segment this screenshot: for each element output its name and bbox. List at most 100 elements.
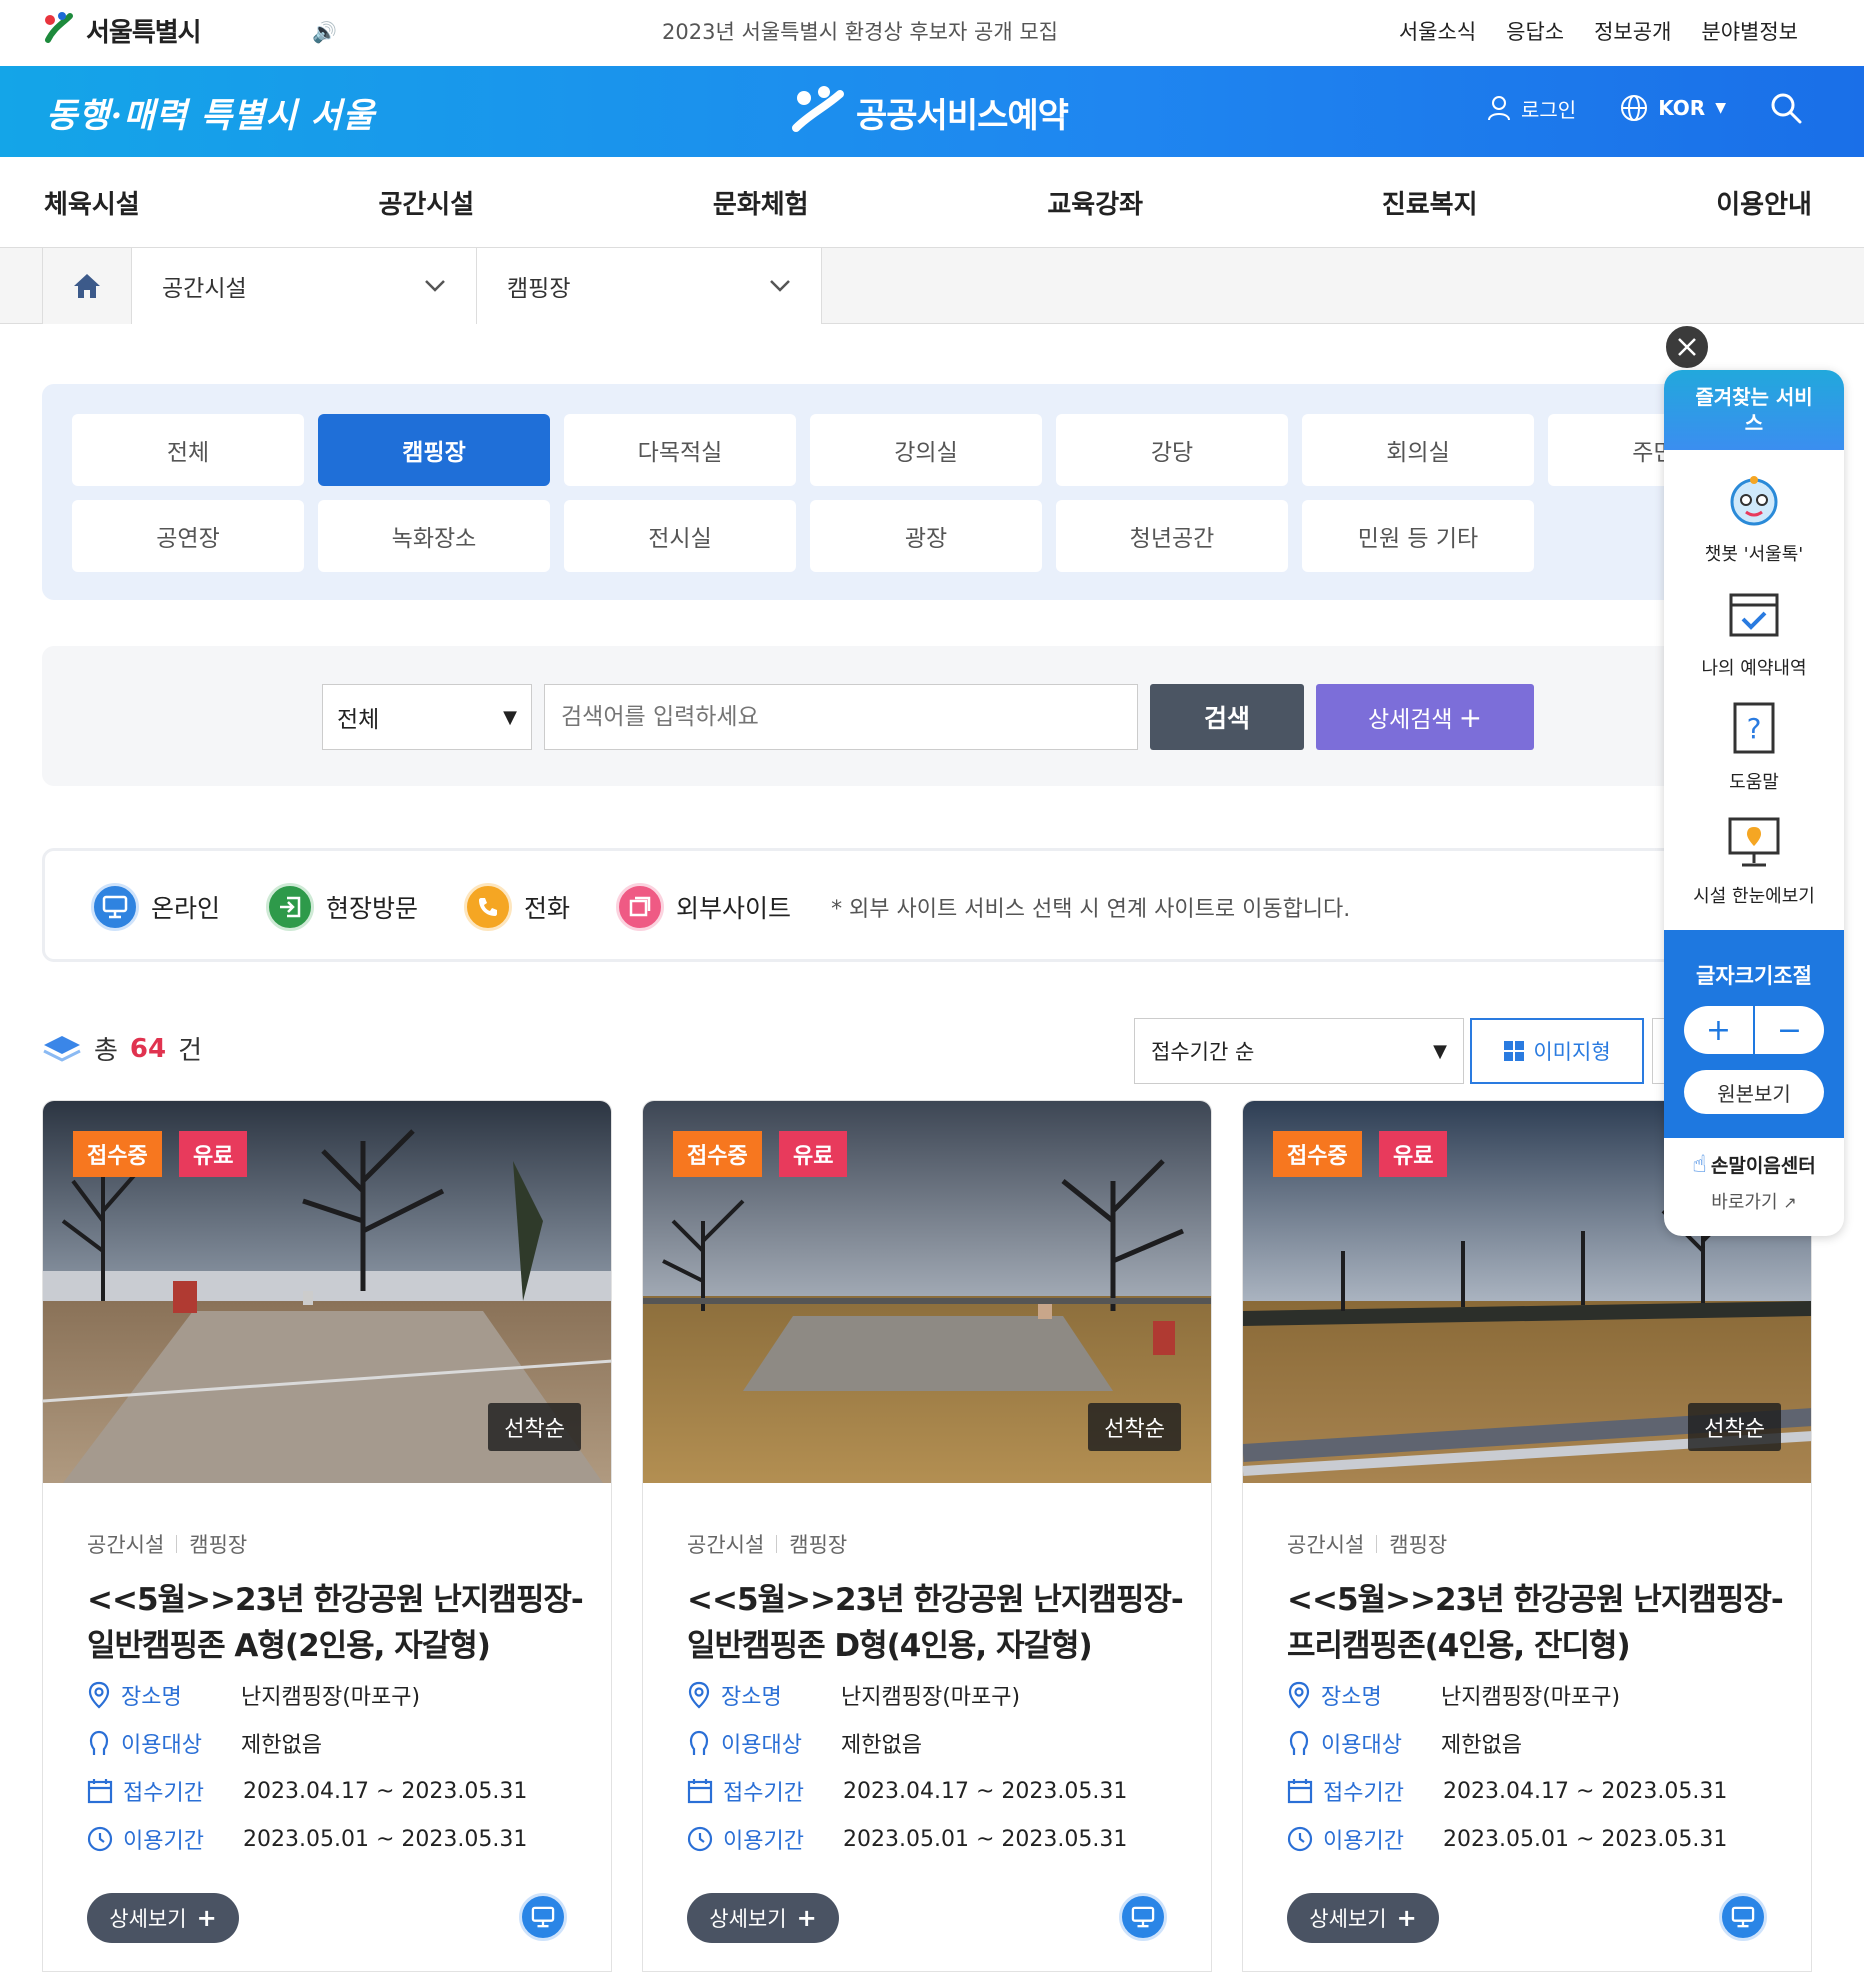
close-icon [1678, 338, 1696, 356]
legend-note: * 외부 사이트 서비스 선택 시 연계 사이트로 이동합니다. [831, 897, 1351, 922]
login-button[interactable]: 로그인 [1487, 94, 1576, 123]
use-value: 2023.05.01 ~ 2023.05.31 [243, 1826, 528, 1852]
facility-card[interactable]: 접수중 유료 선착순 공간시설 캠핑장 <<5월>>23년 한강공원 난지캠핑장… [42, 1100, 612, 1972]
category-etc[interactable]: 민원 등 기타 [1302, 500, 1534, 572]
card-title[interactable]: <<5월>>23년 한강공원 난지캠핑장-프리캠핑존(4인용, 잔디형) [1287, 1577, 1787, 1669]
search-scope-select[interactable]: 전체 ▼ [322, 684, 532, 750]
breadcrumb-level2: 캠핑장 [507, 276, 571, 302]
target-value: 제한없음 [1441, 1733, 1522, 1758]
font-size-control: 글자크기조절 + − 원본보기 [1664, 930, 1844, 1138]
quick-facility-overview[interactable]: 시설 한눈에보기 [1664, 812, 1844, 908]
facility-card[interactable]: 접수중 유료 선착순 공간시설 캠핑장 <<5월>>23년 한강공원 난지캠핑장… [642, 1100, 1212, 1972]
breadcrumb-dropdown-category[interactable]: 공간시설 [132, 248, 477, 324]
font-increase-button[interactable]: + [1684, 1006, 1753, 1054]
chevron-down-icon [770, 280, 790, 292]
divider [176, 1535, 178, 1553]
card-apply-period: 접수기간 2023.04.17 ~ 2023.05.31 [1287, 1775, 1727, 1807]
quick-facility-overview-label: 시설 한눈에보기 [1693, 886, 1815, 907]
breadcrumb-level1: 공간시설 [162, 276, 247, 302]
legend-visit-label: 현장방문 [326, 894, 419, 923]
quick-help[interactable]: ? 도움말 [1664, 698, 1844, 794]
category-meeting-room[interactable]: 회의실 [1302, 414, 1534, 486]
top-link-info-disclosure[interactable]: 정보공개 [1594, 16, 1671, 46]
nav-sports[interactable]: 체육시설 [44, 184, 140, 221]
home-icon [74, 274, 100, 298]
use-label: 이용기간 [123, 1829, 204, 1854]
quick-chatbot[interactable]: 챗봇 '서울톡' [1664, 470, 1844, 566]
top-link-seoul-news[interactable]: 서울소식 [1399, 16, 1476, 46]
nav-guide[interactable]: 이용안내 [1716, 184, 1812, 221]
sign-language-center-link[interactable]: ☝ 손말이음센터 바로가기 ↗ [1664, 1150, 1844, 1214]
detail-button[interactable]: 상세보기 + [687, 1893, 839, 1943]
language-selector[interactable]: KOR ▼ [1620, 94, 1726, 122]
top-link-field-info[interactable]: 분야별정보 [1701, 16, 1798, 46]
view-image-label: 이미지형 [1533, 1040, 1611, 1064]
seoul-city-logo[interactable]: 서울특별시 [40, 10, 202, 50]
category-multipurpose[interactable]: 다목적실 [564, 414, 796, 486]
caret-down-icon: ▼ [503, 706, 517, 728]
category-camping[interactable]: 캠핑장 [318, 414, 550, 486]
category-filming-location[interactable]: 녹화장소 [318, 500, 550, 572]
nav-space[interactable]: 공간시설 [378, 184, 474, 221]
status-badge: 접수중 [1273, 1131, 1362, 1177]
detail-label: 상세보기 [709, 1907, 787, 1931]
language-label: KOR [1658, 96, 1706, 120]
sort-value: 접수기간 순 [1151, 1040, 1255, 1064]
slogan-logo[interactable]: 동행·매력 특별시 서울 [46, 88, 375, 137]
nav-medical[interactable]: 진료복지 [1382, 184, 1478, 221]
method-badge: 선착순 [1088, 1403, 1181, 1451]
location-pin-icon [88, 1681, 110, 1709]
fee-badge: 유료 [779, 1131, 848, 1177]
card-apply-period: 접수기간 2023.04.17 ~ 2023.05.31 [687, 1775, 1127, 1807]
search-scope-value: 전체 [337, 707, 380, 733]
breadcrumb-dropdown-subcategory[interactable]: 캠핑장 [477, 248, 822, 324]
card-target: 이용대상 제한없음 [1287, 1727, 1522, 1759]
card-use-period: 이용기간 2023.05.01 ~ 2023.05.31 [687, 1823, 1127, 1855]
view-image-button[interactable]: 이미지형 [1470, 1018, 1644, 1084]
card-title[interactable]: <<5월>>23년 한강공원 난지캠핑장-일반캠핑존 A형(2인용, 자갈형) [87, 1577, 587, 1669]
card-title[interactable]: <<5월>>23년 한강공원 난지캠핑장-일반캠핑존 D형(4인용, 자갈형) [687, 1577, 1187, 1669]
sort-select[interactable]: 접수기간 순 ▼ [1134, 1018, 1464, 1084]
plus-icon: + [796, 1904, 817, 1932]
search-input[interactable] [544, 684, 1138, 750]
quick-my-reservations[interactable]: 나의 예약내역 [1664, 584, 1844, 680]
category-plaza[interactable]: 광장 [810, 500, 1042, 572]
category-filter-panel: 전체 캠핑장 다목적실 강의실 강당 회의실 주민공 공연장 녹화장소 전시실 … [42, 384, 1832, 600]
apply-label: 접수기간 [123, 1781, 204, 1806]
place-value: 난지캠핑장(마포구) [241, 1685, 421, 1710]
category-all[interactable]: 전체 [72, 414, 304, 486]
category-auditorium[interactable]: 강당 [1056, 414, 1288, 486]
place-label: 장소명 [121, 1685, 182, 1710]
breadcrumb-home[interactable] [42, 248, 132, 324]
result-prefix: 총 [94, 1036, 118, 1066]
search-toggle-button[interactable] [1770, 92, 1802, 124]
card-category: 공간시설 캠핑장 [1287, 1529, 1447, 1559]
seoul-logo-icon [40, 10, 80, 50]
calendar-icon [687, 1779, 713, 1804]
category-exhibition[interactable]: 전시실 [564, 500, 796, 572]
font-decrease-button[interactable]: − [1755, 1006, 1824, 1054]
detail-label: 상세보기 [109, 1907, 187, 1931]
category-performance-hall[interactable]: 공연장 [72, 500, 304, 572]
service-brand-text: 공공서비스예약 [856, 95, 1069, 136]
top-link-eungdapso[interactable]: 응답소 [1506, 16, 1564, 46]
category-youth-space[interactable]: 청년공간 [1056, 500, 1288, 572]
service-brand-logo[interactable]: 공공서비스예약 [790, 84, 1069, 140]
detail-button[interactable]: 상세보기 + [87, 1893, 239, 1943]
quick-my-reservations-label: 나의 예약내역 [1701, 658, 1807, 679]
search-button[interactable]: 검색 [1150, 684, 1304, 750]
layers-icon [43, 1035, 81, 1062]
legend-visit: 현장방문 [266, 883, 418, 931]
card-category-1: 공간시설 [87, 1533, 165, 1557]
nav-education[interactable]: 교육강좌 [1047, 184, 1143, 221]
font-reset-button[interactable]: 원본보기 [1684, 1070, 1824, 1114]
advanced-search-button[interactable]: 상세검색 + [1316, 684, 1534, 750]
top-notice[interactable]: 2023년 서울특별시 환경상 후보자 공개 모집 [600, 16, 1120, 46]
speaker-icon[interactable]: 🔊 [312, 20, 337, 44]
quick-panel-close-button[interactable] [1664, 324, 1710, 370]
nav-culture[interactable]: 문화체험 [713, 184, 809, 221]
legend-phone-label: 전화 [524, 894, 571, 923]
category-lecture-room[interactable]: 강의실 [810, 414, 1042, 486]
detail-button[interactable]: 상세보기 + [1287, 1893, 1439, 1943]
calendar-icon [87, 1779, 113, 1804]
